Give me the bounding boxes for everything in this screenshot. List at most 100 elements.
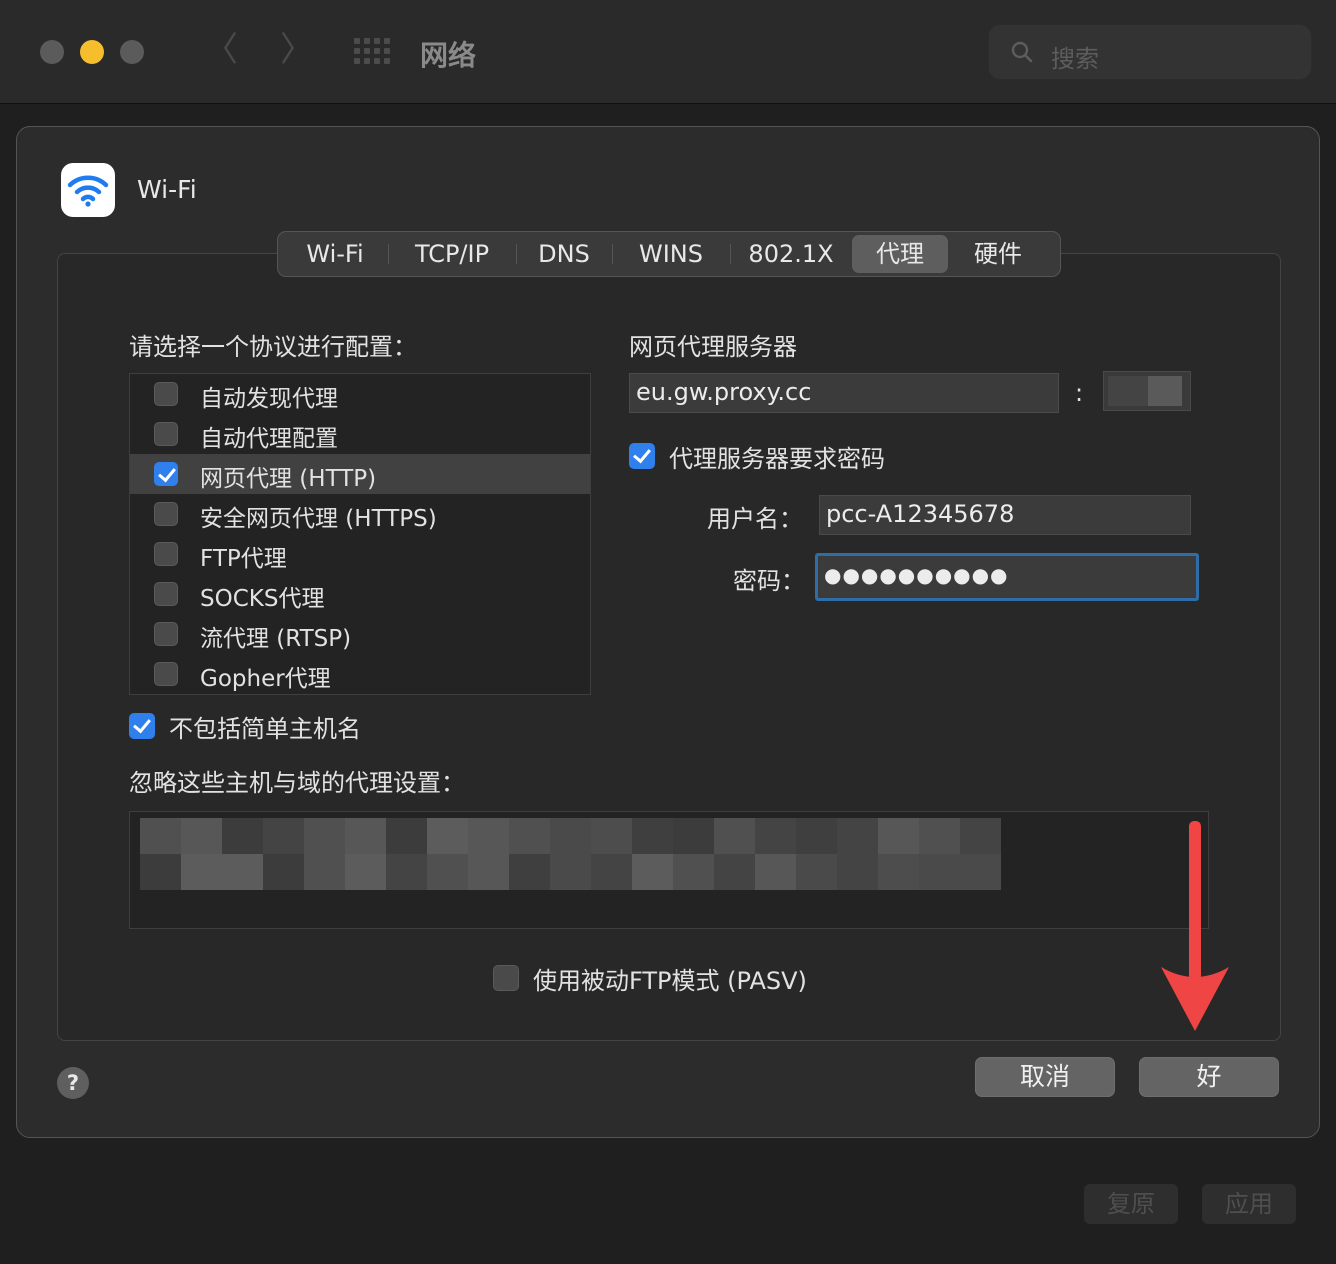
checkbox[interactable]	[154, 462, 178, 486]
redacted-pixel	[550, 854, 591, 890]
revert-button[interactable]: 复原	[1084, 1184, 1178, 1224]
checkbox[interactable]	[154, 582, 178, 606]
username-field[interactable]: pcc-A12345678	[819, 495, 1191, 535]
redacted-pixel	[140, 818, 181, 854]
redacted-pixel	[714, 854, 755, 890]
window-titlebar: 〈 〉 网络 搜索	[0, 0, 1336, 104]
tab-wins[interactable]: WINS	[612, 235, 730, 273]
tab-dns[interactable]: DNS	[516, 235, 612, 273]
list-item[interactable]: 网页代理 (HTTP)	[130, 454, 590, 494]
redacted-pixel	[960, 854, 1001, 890]
redacted-pixel	[468, 818, 509, 854]
checkbox[interactable]	[154, 622, 178, 646]
list-item[interactable]: 流代理 (RTSP)	[130, 614, 590, 654]
forward-chevron-icon[interactable]: 〉	[280, 30, 314, 70]
redacted-pixel	[222, 854, 263, 890]
redacted-pixel	[632, 854, 673, 890]
protocol-label: 流代理 (RTSP)	[200, 626, 352, 652]
redacted-pixel	[1148, 376, 1182, 406]
close-window-button[interactable]	[40, 40, 64, 64]
protocol-label: 自动发现代理	[200, 386, 338, 412]
bypass-heading: 忽略这些主机与域的代理设置：	[129, 769, 465, 797]
redacted-pixel	[304, 854, 345, 890]
redacted-pixel	[345, 854, 386, 890]
ok-button[interactable]: 好	[1139, 1057, 1279, 1097]
tab-bar: Wi-Fi TCP/IP DNS WINS 802.1X 代理 硬件	[277, 231, 1061, 277]
redacted-pixel	[755, 854, 796, 890]
protocol-label: 网页代理 (HTTP)	[200, 466, 377, 492]
redacted-pixel	[181, 854, 222, 890]
password-field[interactable]: ●●●●●●●●●●	[815, 553, 1199, 601]
redacted-pixel	[960, 818, 1001, 854]
redacted-pixel	[222, 818, 263, 854]
redacted-pixel	[304, 818, 345, 854]
redacted-pixel	[591, 854, 632, 890]
requires-password-checkbox[interactable]	[629, 443, 655, 469]
list-item[interactable]: SOCKS代理	[130, 574, 590, 614]
requires-password-label: 代理服务器要求密码	[669, 445, 885, 473]
apply-button[interactable]: 应用	[1202, 1184, 1296, 1224]
redacted-pixel	[673, 818, 714, 854]
bypass-hosts-textarea[interactable]	[129, 811, 1209, 929]
redacted-pixel	[427, 818, 468, 854]
proxy-port-field[interactable]	[1103, 371, 1191, 411]
checkbox[interactable]	[154, 542, 178, 566]
redacted-pixel	[427, 854, 468, 890]
redacted-pixel	[714, 818, 755, 854]
protocol-label: SOCKS代理	[200, 586, 325, 612]
proxy-host-field[interactable]: eu.gw.proxy.cc	[629, 373, 1059, 413]
show-all-grid-icon[interactable]	[354, 38, 390, 66]
redacted-pixel	[591, 818, 632, 854]
list-item[interactable]: Gopher代理	[130, 654, 590, 694]
server-heading: 网页代理服务器	[629, 333, 797, 361]
back-chevron-icon[interactable]: 〈	[204, 30, 238, 70]
window-title: 网络	[420, 39, 477, 72]
tab-proxies[interactable]: 代理	[852, 235, 948, 273]
protocol-list-heading: 请选择一个协议进行配置：	[129, 333, 417, 361]
protocol-label: FTP代理	[200, 546, 287, 572]
redacted-pixel	[345, 818, 386, 854]
redacted-pixel	[796, 818, 837, 854]
tab-hardware[interactable]: 硬件	[948, 235, 1048, 273]
exclude-simple-hostnames-checkbox[interactable]	[129, 713, 155, 739]
protocol-label: 安全网页代理 (HTTPS)	[200, 506, 437, 532]
minimize-window-button[interactable]	[80, 40, 104, 64]
tab-8021x[interactable]: 802.1X	[730, 235, 852, 273]
search-icon	[1011, 41, 1033, 63]
redacted-pixel	[755, 818, 796, 854]
list-item[interactable]: 自动代理配置	[130, 414, 590, 454]
zoom-window-button[interactable]	[120, 40, 144, 64]
checkbox[interactable]	[154, 382, 178, 406]
help-button[interactable]: ?	[57, 1067, 89, 1099]
redacted-pixel	[181, 818, 222, 854]
redacted-pixel	[919, 854, 960, 890]
tab-wifi[interactable]: Wi-Fi	[282, 235, 388, 273]
port-separator: :	[1075, 379, 1084, 407]
redacted-pixel	[673, 854, 714, 890]
checkbox[interactable]	[154, 502, 178, 526]
redacted-pixel	[263, 854, 304, 890]
username-label: 用户名：	[707, 505, 803, 533]
redacted-pixel	[632, 818, 673, 854]
cancel-button[interactable]: 取消	[975, 1057, 1115, 1097]
checkbox[interactable]	[154, 662, 178, 686]
protocol-label: Gopher代理	[200, 666, 331, 692]
password-label: 密码：	[733, 567, 805, 595]
redacted-pixel	[509, 818, 550, 854]
list-item[interactable]: FTP代理	[130, 534, 590, 574]
pasv-label: 使用被动FTP模式 (PASV)	[533, 967, 807, 995]
redacted-pixel	[837, 854, 878, 890]
tab-tcpip[interactable]: TCP/IP	[388, 235, 516, 273]
exclude-simple-hostnames-label: 不包括简单主机名	[169, 715, 361, 743]
redacted-pixel	[140, 854, 181, 890]
list-item[interactable]: 自动发现代理	[130, 374, 590, 414]
checkbox[interactable]	[154, 422, 178, 446]
list-item[interactable]: 安全网页代理 (HTTPS)	[130, 494, 590, 534]
protocol-list[interactable]: 自动发现代理 自动代理配置 网页代理 (HTTP) 安全网页代理 (HTTPS)…	[129, 373, 591, 695]
search-field[interactable]: 搜索	[988, 24, 1312, 80]
wifi-icon	[61, 163, 115, 217]
redacted-pixel	[878, 854, 919, 890]
pasv-checkbox[interactable]	[493, 965, 519, 991]
redacted-pixel	[878, 818, 919, 854]
redacted-pixel	[837, 818, 878, 854]
